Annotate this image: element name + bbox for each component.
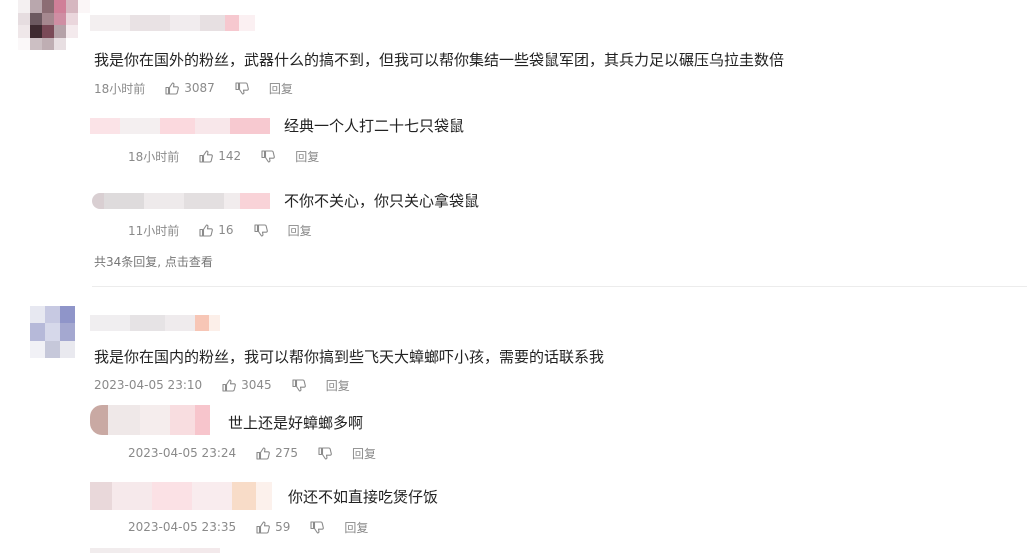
like-button[interactable]: 16 bbox=[199, 223, 234, 237]
like-button[interactable]: 142 bbox=[199, 149, 241, 163]
reply-time: 11小时前 bbox=[128, 223, 180, 238]
comment-text: 我是你在国内的粉丝，我可以帮你搞到些飞天大蟑螂吓小孩，需要的话联系我 bbox=[94, 348, 605, 366]
dislike-button[interactable] bbox=[292, 378, 306, 392]
comment-text: 我是你在国外的粉丝，武器什么的搞不到，但我可以帮你集结一些袋鼠军团，其兵力足以碾… bbox=[94, 51, 785, 69]
reply-text: 你还不如直接吃煲仔饭 bbox=[288, 488, 439, 506]
like-button[interactable]: 59 bbox=[256, 520, 290, 534]
reply-text: 不你不关心，你只关心拿袋鼠 bbox=[284, 192, 480, 210]
reply-username-blurred[interactable] bbox=[90, 405, 210, 435]
reply-time: 18小时前 bbox=[128, 149, 180, 164]
like-count: 59 bbox=[275, 520, 291, 534]
reply-username-blurred[interactable] bbox=[90, 548, 220, 553]
reply-username-blurred[interactable] bbox=[92, 193, 270, 209]
thumb-up-icon bbox=[256, 446, 271, 460]
thumb-down-icon bbox=[292, 378, 306, 392]
reply-time: 2023-04-05 23:35 bbox=[128, 520, 237, 534]
dislike-button[interactable] bbox=[318, 446, 332, 460]
thumb-up-icon bbox=[199, 149, 214, 163]
like-count: 3045 bbox=[241, 378, 272, 392]
thumb-up-icon bbox=[199, 223, 214, 237]
like-button[interactable]: 3045 bbox=[222, 378, 272, 392]
comment-meta: 2023-04-05 23:10 3045 回复 bbox=[94, 377, 350, 393]
dislike-button[interactable] bbox=[235, 81, 249, 95]
dislike-button[interactable] bbox=[254, 223, 268, 237]
reply-meta: 18小时前 142 回复 bbox=[128, 148, 319, 164]
reply-button[interactable]: 回复 bbox=[326, 377, 350, 394]
reply-username-blurred[interactable] bbox=[90, 482, 272, 510]
reply-button[interactable]: 回复 bbox=[288, 222, 312, 239]
reply-meta: 2023-04-05 23:24 275 回复 bbox=[128, 445, 376, 461]
username-blurred[interactable] bbox=[90, 315, 220, 331]
like-count: 275 bbox=[275, 446, 299, 460]
username-blurred[interactable] bbox=[90, 15, 255, 31]
comment-time: 18小时前 bbox=[94, 81, 146, 96]
reply-text: 经典一个人打二十七只袋鼠 bbox=[284, 117, 465, 135]
dislike-button[interactable] bbox=[261, 149, 276, 163]
thumb-up-icon bbox=[165, 81, 180, 95]
view-more-replies-link[interactable]: 共34条回复, 点击查看 bbox=[94, 253, 213, 270]
reply-meta: 2023-04-05 23:35 59 回复 bbox=[128, 519, 368, 535]
dislike-button[interactable] bbox=[310, 520, 325, 534]
avatar[interactable] bbox=[30, 306, 75, 358]
comment-time: 2023-04-05 23:10 bbox=[94, 378, 203, 392]
like-button[interactable]: 275 bbox=[256, 446, 298, 460]
like-button[interactable]: 3087 bbox=[165, 81, 215, 95]
reply-button[interactable]: 回复 bbox=[269, 80, 293, 97]
thumb-down-icon bbox=[310, 520, 325, 534]
thumb-up-icon bbox=[222, 378, 237, 392]
thumb-down-icon bbox=[318, 446, 332, 460]
reply-username-blurred[interactable] bbox=[90, 118, 270, 134]
reply-meta: 11小时前 16 回复 bbox=[128, 222, 312, 238]
divider bbox=[92, 286, 1027, 287]
reply-button[interactable]: 回复 bbox=[352, 445, 376, 462]
like-count: 3087 bbox=[184, 81, 215, 95]
reply-button[interactable]: 回复 bbox=[344, 519, 368, 536]
thumb-down-icon bbox=[261, 149, 276, 163]
avatar[interactable] bbox=[18, 0, 90, 50]
thumb-down-icon bbox=[254, 223, 268, 237]
comment-meta: 18小时前 3087 回复 bbox=[94, 80, 293, 96]
like-count: 16 bbox=[218, 223, 234, 237]
reply-time: 2023-04-05 23:24 bbox=[128, 446, 237, 460]
reply-text: 世上还是好蟑螂多啊 bbox=[228, 414, 364, 432]
reply-button[interactable]: 回复 bbox=[295, 148, 319, 165]
like-count: 142 bbox=[218, 149, 242, 163]
thumb-down-icon bbox=[235, 81, 249, 95]
thumb-up-icon bbox=[256, 520, 271, 534]
